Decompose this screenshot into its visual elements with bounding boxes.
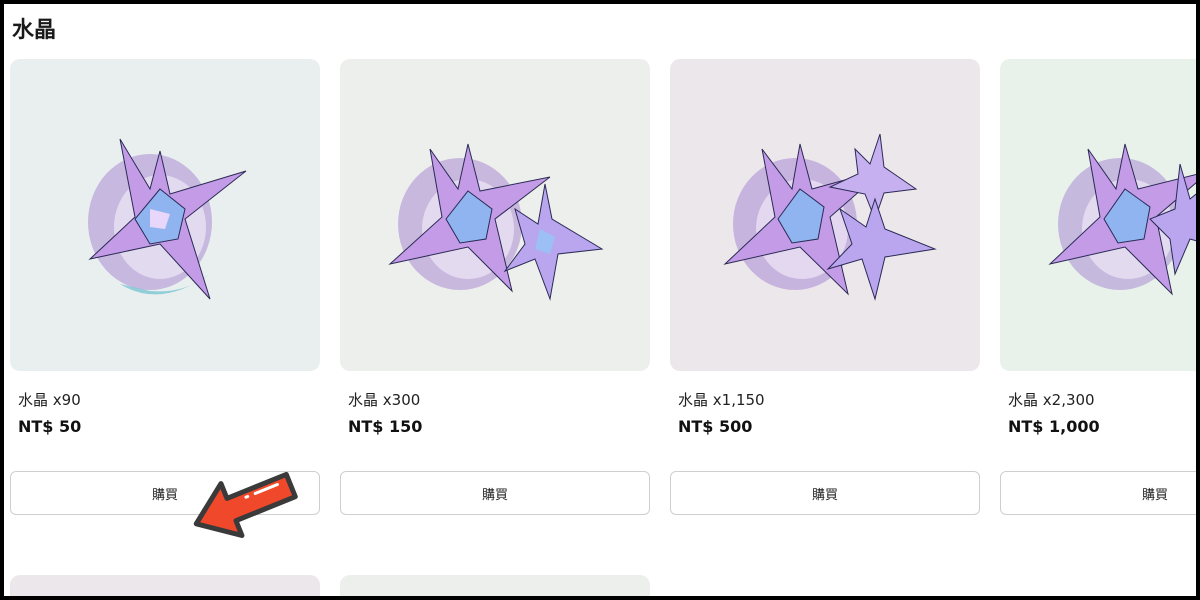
pointer-arrow-icon xyxy=(193,471,298,539)
product-price: NT$ 150 xyxy=(348,417,423,436)
next-row-card[interactable] xyxy=(340,575,650,596)
product-card: 水晶 x1,150 NT$ 500 購買 xyxy=(670,59,980,515)
crystal-icon xyxy=(88,138,247,300)
buy-button[interactable]: 購買 xyxy=(1000,471,1196,515)
product-image[interactable] xyxy=(10,59,320,371)
next-row-card[interactable] xyxy=(10,575,320,596)
product-name: 水晶 x300 xyxy=(348,391,421,409)
buy-button[interactable]: 購買 xyxy=(670,471,980,515)
product-price: NT$ 500 xyxy=(678,417,753,436)
crystal-icon xyxy=(388,143,604,301)
product-name: 水晶 x1,150 xyxy=(678,391,765,409)
product-card: 水晶 x2,300 NT$ 1,000 購買 xyxy=(1000,59,1196,515)
product-name: 水晶 x90 xyxy=(18,391,81,409)
product-image[interactable] xyxy=(1000,59,1196,371)
product-name: 水晶 x2,300 xyxy=(1008,391,1095,409)
product-image[interactable] xyxy=(670,59,980,371)
buy-button[interactable]: 購買 xyxy=(340,471,650,515)
product-card: 水晶 x90 NT$ 50 購買 xyxy=(10,59,320,515)
crystal-icon xyxy=(1048,143,1196,296)
product-card: 水晶 x300 NT$ 150 購買 xyxy=(340,59,650,515)
product-image[interactable] xyxy=(340,59,650,371)
crystal-icon xyxy=(723,133,937,301)
product-price: NT$ 50 xyxy=(18,417,82,436)
product-price: NT$ 1,000 xyxy=(1008,417,1100,436)
section-title: 水晶 xyxy=(12,18,57,43)
store-page: 水晶 水晶 x90 NT$ 50 購買 水晶 x300 NT$ 150 購買 水… xyxy=(4,4,1196,596)
